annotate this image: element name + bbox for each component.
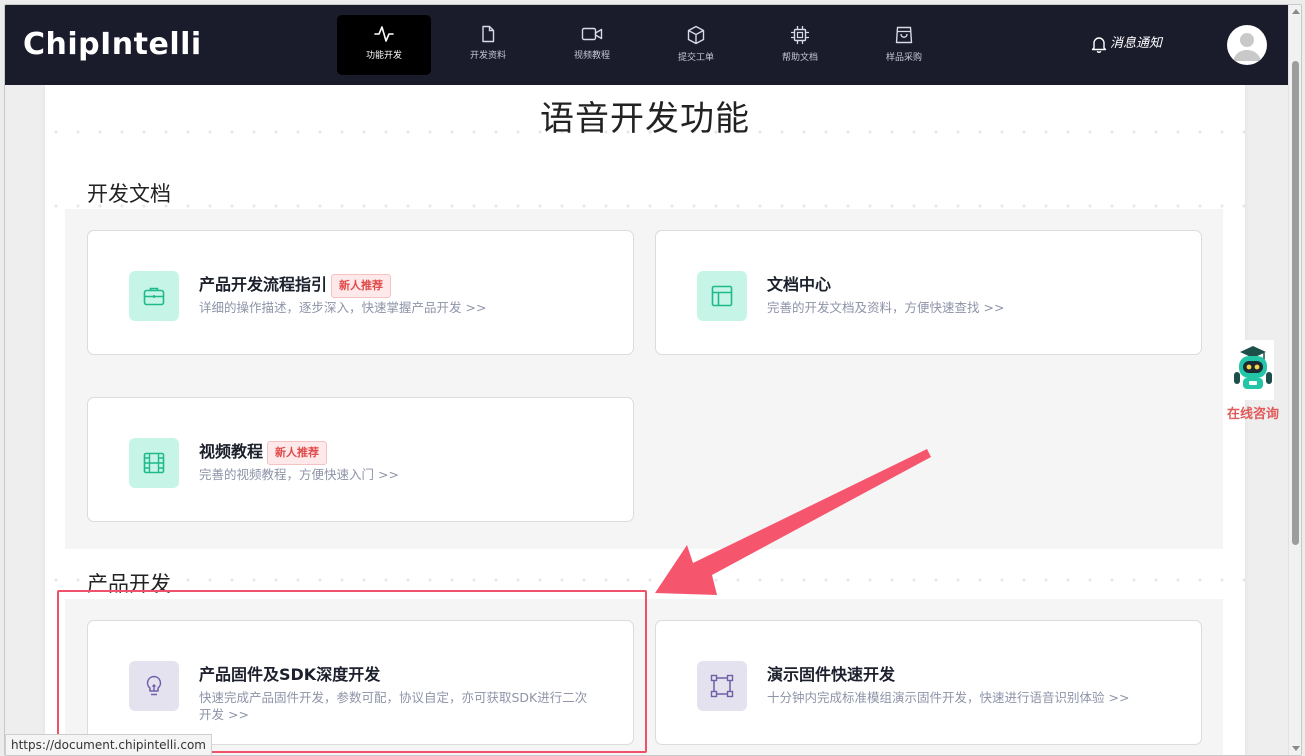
card-title: 视频教程 新人推荐 [199,438,328,465]
card-title: 文档中心 [767,275,832,294]
vertical-scrollbar[interactable] [1288,5,1301,755]
scroll-up-arrow[interactable] [1292,9,1300,14]
box-icon [687,25,705,45]
scroll-thumb[interactable] [1292,61,1299,545]
activity-icon [374,26,394,42]
online-consult-widget[interactable]: 在线咨询 [1218,340,1288,430]
nav-label: 开发资料 [469,51,506,61]
card-title: 演示固件快速开发 [767,665,896,684]
card-demo-firmware[interactable]: 演示固件快速开发 十分钟内完成标准模组演示固件开发，快速进行语音识别体验 >> [655,620,1202,745]
main-content: 语音开发功能 开发文档 产品开发流程指引 新人推荐 详细的操作描述，逐步深入，快速… [45,85,1245,755]
card-description: 完善的视频教程，方便快速入门 >> [199,467,399,482]
nav-label: 帮助文档 [781,53,818,63]
chip-icon [791,26,809,44]
nav-label: 功能开发 [365,51,402,61]
card-video-tutorial[interactable]: 视频教程 新人推荐 完善的视频教程，方便快速入门 >> [87,397,634,522]
frame-icon [710,674,734,698]
page-margin-left [5,85,45,755]
card-icon-box [697,661,747,711]
nav-item-dev-materials[interactable]: 开发资料 [441,15,535,75]
card-title-text: 视频教程 [199,442,264,461]
chipintelli-logo[interactable]: ChipIntelli [23,25,202,65]
browser-status-url: https://document.chipintelli.com [5,734,212,755]
card-icon-box [129,271,179,321]
page-title: 语音开发功能 [540,99,750,139]
section-title-product: 产品开发 [87,572,171,596]
card-description: 十分钟内完成标准模组演示固件开发，快速进行语音识别体验 >> [767,690,1130,705]
nav-label: 视频教程 [573,51,610,61]
nav-label: 样品采购 [885,53,922,63]
briefcase-icon [143,287,165,306]
docs-panel: 产品开发流程指引 新人推荐 详细的操作描述，逐步深入，快速掌握产品开发 >> 文档… [65,209,1223,549]
product-panel: 产品固件及SDK深度开发 快速完成产品固件开发，参数可配，协议自定，亦可获取SD… [65,599,1223,755]
robot-mascot-icon [1232,340,1274,400]
nav-item-video-tutorial[interactable]: 视频教程 [545,15,639,75]
user-icon [1233,33,1261,61]
scroll-down-arrow[interactable] [1292,746,1300,751]
dot-pattern [45,575,1245,585]
nav-item-submit-ticket[interactable]: 提交工单 [649,15,743,75]
nav-label: 提交工单 [677,53,714,63]
nav-item-feature-dev[interactable]: 功能开发 [337,15,431,75]
section-title-docs: 开发文档 [87,182,171,206]
notifications-label: 消息通知 [1110,36,1163,51]
online-consult-label: 在线咨询 [1226,407,1279,422]
card-title-text: 产品开发流程指引 [199,275,328,294]
new-user-badge: 新人推荐 [331,274,392,298]
card-description: 快速完成产品固件开发，参数可配，协议自定，亦可获取SDK进行二次开发 >> [199,690,588,722]
card-icon-box [129,438,179,488]
nav-item-help-docs[interactable]: 帮助文档 [753,15,847,75]
card-icon-box [129,661,179,711]
browser-window: ChipIntelli 功能开发 开发资料 视频教程 提交工单 帮助文档 样品采… [4,4,1302,756]
top-header: ChipIntelli 功能开发 开发资料 视频教程 提交工单 帮助文档 样品采… [5,5,1288,85]
shopping-bag-icon [895,26,913,44]
card-description: 详细的操作描述，逐步深入，快速掌握产品开发 >> [199,300,487,315]
card-firmware-sdk[interactable]: 产品固件及SDK深度开发 快速完成产品固件开发，参数可配，协议自定，亦可获取SD… [87,620,634,745]
notifications-button[interactable]: 消息通知 [1090,33,1162,55]
lightbulb-icon [146,675,162,696]
video-icon [581,27,603,41]
card-title: 产品开发流程指引 新人推荐 [199,271,392,298]
bell-icon [1091,36,1107,53]
nav-item-sample-purchase[interactable]: 样品采购 [857,15,951,75]
card-title: 产品固件及SDK深度开发 [199,665,381,684]
film-icon [143,452,165,474]
card-icon-box [697,271,747,321]
user-avatar[interactable] [1227,25,1267,65]
file-icon [482,25,495,43]
card-dev-guide[interactable]: 产品开发流程指引 新人推荐 详细的操作描述，逐步深入，快速掌握产品开发 >> [87,230,634,355]
card-description: 完善的开发文档及资料，方便快速查找 >> [767,300,1005,315]
layout-icon [711,285,733,307]
new-user-badge: 新人推荐 [267,441,328,465]
card-doc-center[interactable]: 文档中心 完善的开发文档及资料，方便快速查找 >> [655,230,1202,355]
